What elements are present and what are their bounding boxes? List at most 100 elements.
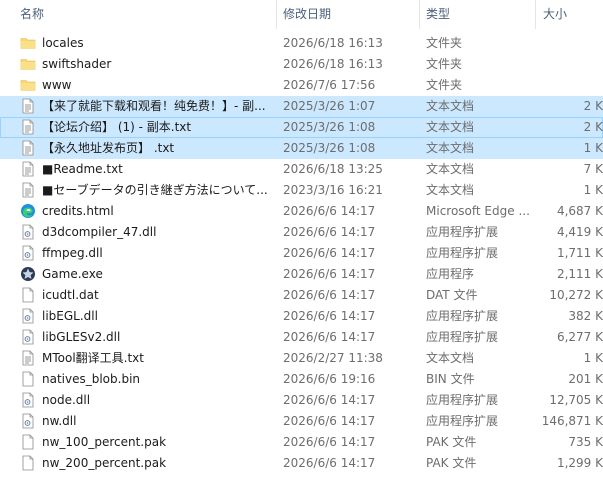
blank-file-icon (20, 434, 36, 450)
file-modified-date: 2026/6/6 14:17 (283, 225, 376, 239)
file-row[interactable]: ■セーブデータの引き継ぎ方法について... 2023/3/16 16:21 文本文档… (0, 180, 603, 201)
file-modified-date: 2026/6/18 13:25 (283, 162, 383, 176)
file-type: 文本文档 (426, 183, 475, 197)
folder-icon (20, 56, 36, 72)
file-modified-date: 2025/3/26 1:07 (283, 99, 376, 113)
file-row[interactable]: 【永久地址发布页】 .txt 2025/3/26 1:08 文本文档 1 K (0, 138, 603, 159)
dll-file-icon (20, 329, 36, 345)
file-type: 文件夹 (426, 78, 463, 92)
file-modified-date: 2025/3/26 1:08 (283, 120, 376, 134)
text-file-icon (20, 119, 36, 135)
file-name: ■セーブデータの引き継ぎ方法について... (42, 183, 268, 197)
file-size: 2 K (583, 99, 603, 113)
file-type: 应用程序扩展 (426, 330, 499, 344)
file-name: MTool翻译工具.txt (42, 351, 144, 365)
folder-icon (20, 35, 36, 51)
file-size: 1 K (583, 183, 603, 197)
column-divider[interactable] (535, 0, 536, 29)
file-type: 应用程序扩展 (426, 393, 499, 407)
dll-file-icon (20, 224, 36, 240)
dll-file-icon (20, 245, 36, 261)
file-row[interactable]: locales 2026/6/18 16:13 文件夹 (0, 33, 603, 54)
file-name: nw.dll (42, 414, 77, 428)
file-name: node.dll (42, 393, 91, 407)
file-type: 文本文档 (426, 351, 475, 365)
file-type: 应用程序扩展 (426, 414, 499, 428)
text-file-icon (20, 350, 36, 366)
file-type: 应用程序扩展 (426, 225, 499, 239)
column-divider[interactable] (419, 0, 420, 29)
file-row[interactable]: nw.dll 2026/6/6 14:17 应用程序扩展 146,871 K (0, 411, 603, 432)
file-row[interactable]: natives_blob.bin 2026/6/6 19:16 BIN 文件 201 … (0, 369, 603, 390)
file-size: 146,871 K (541, 414, 603, 428)
file-modified-date: 2026/6/6 14:17 (283, 288, 376, 302)
column-header-bar: 名称 ^ 修改日期 类型 大小 (0, 0, 603, 29)
text-file-icon (20, 161, 36, 177)
file-type: 文件夹 (426, 57, 463, 71)
file-modified-date: 2026/6/6 19:16 (283, 372, 376, 386)
file-row[interactable]: 【来了就能下载和观看！纯免费！】- 副... 2025/3/26 1:07 文本文档… (0, 96, 603, 117)
file-modified-date: 2023/3/16 16:21 (283, 183, 383, 197)
file-modified-date: 2026/6/18 16:13 (283, 57, 383, 71)
file-row[interactable]: d3dcompiler_47.dll 2026/6/6 14:17 应用程序扩展 4,… (0, 222, 603, 243)
file-row[interactable]: nw_100_percent.pak 2026/6/6 14:17 PAK 文件 73… (0, 432, 603, 453)
file-row[interactable]: icudtl.dat 2026/6/6 14:17 DAT 文件 10,272 K (0, 285, 603, 306)
file-size: 1 K (583, 141, 603, 155)
file-row[interactable]: MTool翻译工具.txt 2026/2/27 11:38 文本文档 1 K (0, 348, 603, 369)
file-type: 文本文档 (426, 99, 475, 113)
file-size: 1,711 K (556, 246, 603, 260)
file-row[interactable]: node.dll 2026/6/6 14:17 应用程序扩展 12,705 K (0, 390, 603, 411)
column-header-date[interactable]: 修改日期 (283, 0, 417, 29)
file-type: 文件夹 (426, 36, 463, 50)
file-name: Game.exe (42, 267, 103, 281)
file-type: 应用程序扩展 (426, 246, 499, 260)
file-modified-date: 2026/6/6 14:17 (283, 246, 376, 260)
file-row[interactable]: ffmpeg.dll 2026/6/6 14:17 应用程序扩展 1,711 K (0, 243, 603, 264)
file-modified-date: 2026/6/6 14:17 (283, 309, 376, 323)
file-modified-date: 2025/3/26 1:08 (283, 141, 376, 155)
file-name: ffmpeg.dll (42, 246, 103, 260)
game-exe-icon (20, 266, 36, 282)
text-file-icon (20, 182, 36, 198)
file-type: DAT 文件 (426, 288, 478, 302)
file-row[interactable]: www 2026/7/6 17:56 文件夹 (0, 75, 603, 96)
file-modified-date: 2026/6/6 14:17 (283, 393, 376, 407)
file-type: 文本文档 (426, 162, 475, 176)
file-list: locales 2026/6/18 16:13 文件夹 swiftshader 2026… (0, 33, 603, 474)
file-name: www (42, 78, 72, 92)
file-size (540, 54, 603, 75)
blank-file-icon (20, 287, 36, 303)
file-row[interactable]: nw_200_percent.pak 2026/6/6 14:17 PAK 文件 1,… (0, 453, 603, 474)
file-size (540, 33, 603, 54)
file-name: 【永久地址发布页】 .txt (42, 141, 175, 155)
file-modified-date: 2026/6/6 14:17 (283, 414, 376, 428)
column-header-type[interactable]: 类型 (426, 0, 534, 29)
file-name: locales (42, 36, 84, 50)
file-row[interactable]: libGLESv2.dll 2026/6/6 14:17 应用程序扩展 6,277 K (0, 327, 603, 348)
file-row[interactable]: 【论坛介绍】 (1) - 副本.txt 2025/3/26 1:08 文本文档 2 K (0, 117, 603, 138)
file-name: 【论坛介绍】 (1) - 副本.txt (42, 120, 192, 134)
file-name: swiftshader (42, 57, 112, 71)
file-row[interactable]: libEGL.dll 2026/6/6 14:17 应用程序扩展 382 K (0, 306, 603, 327)
file-type: PAK 文件 (426, 435, 477, 449)
file-type: 文本文档 (426, 120, 475, 134)
file-row[interactable]: ■Readme.txt 2026/6/18 13:25 文本文档 7 K (0, 159, 603, 180)
file-row[interactable]: credits.html 2026/6/6 14:17 Microsoft Edge… (0, 201, 603, 222)
file-type: 文本文档 (426, 141, 475, 155)
file-name: libGLESv2.dll (42, 330, 121, 344)
file-row[interactable]: Game.exe 2026/6/6 14:17 应用程序 2,111 K (0, 264, 603, 285)
file-modified-date: 2026/6/18 16:13 (283, 36, 383, 50)
file-size: 12,705 K (549, 393, 603, 407)
file-row[interactable]: swiftshader 2026/6/18 16:13 文件夹 (0, 54, 603, 75)
dll-file-icon (20, 392, 36, 408)
file-size: 7 K (583, 162, 603, 176)
file-name: nw_200_percent.pak (42, 456, 167, 470)
file-modified-date: 2026/2/27 11:38 (283, 351, 383, 365)
file-name: icudtl.dat (42, 288, 99, 302)
file-size: 10,272 K (549, 288, 603, 302)
file-modified-date: 2026/6/6 14:17 (283, 267, 376, 281)
file-name: nw_100_percent.pak (42, 435, 167, 449)
column-header-size[interactable]: 大小 (543, 0, 603, 29)
column-divider[interactable] (276, 0, 277, 29)
file-size: 2,111 K (556, 267, 603, 281)
